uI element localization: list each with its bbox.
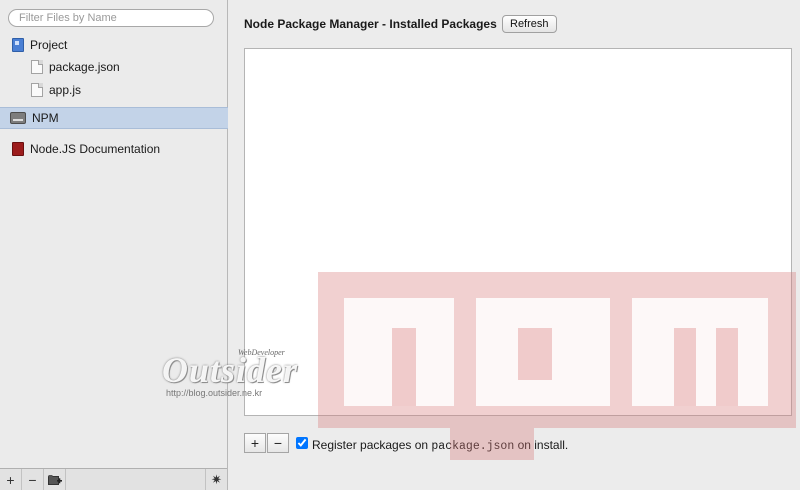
sidebar-item-label: Node.JS Documentation [30,142,161,156]
sidebar-remove-button[interactable]: − [22,469,44,490]
sidebar-item-label: NPM [32,111,59,125]
sidebar-add-button[interactable]: + [0,469,22,490]
sidebar-settings-button[interactable]: ✷ [205,469,227,490]
sidebar-item-package-json[interactable]: package.json [0,56,228,78]
sidebar-item-npm[interactable]: NPM [0,107,228,129]
register-packages-checkbox[interactable] [296,437,308,449]
main-panel: Node Package Manager - Installed Package… [229,0,800,490]
sidebar-item-project[interactable]: Project [0,34,228,56]
sidebar-item-label: app.js [49,83,82,97]
sidebar-item-nodejs-documentation[interactable]: Node.JS Documentation [0,138,228,160]
file-icon [31,60,43,74]
page-title: Node Package Manager - Installed Package… [244,17,497,31]
add-package-button[interactable]: + [244,433,266,453]
refresh-button[interactable]: Refresh [502,15,557,33]
gear-icon: ✷ [211,471,222,487]
sidebar-add-folder-button[interactable] [44,469,66,490]
project-icon [12,38,24,52]
add-folder-icon [47,474,62,485]
sidebar-toolbar: + − ✷ [0,468,227,490]
remove-package-button[interactable]: − [267,433,289,453]
sidebar-item-label: Project [30,38,68,52]
book-icon [12,142,24,156]
sidebar: Project package.json app.js NPM Node.JS … [0,0,228,490]
filter-files-input[interactable] [8,9,214,27]
file-icon [31,83,43,97]
installed-packages-list[interactable] [244,48,792,416]
sidebar-item-label: package.json [49,60,120,74]
register-packages-label: Register packages on package.json on ins… [312,438,569,453]
sidebar-item-app-js[interactable]: app.js [0,79,228,101]
npm-icon [10,112,26,124]
